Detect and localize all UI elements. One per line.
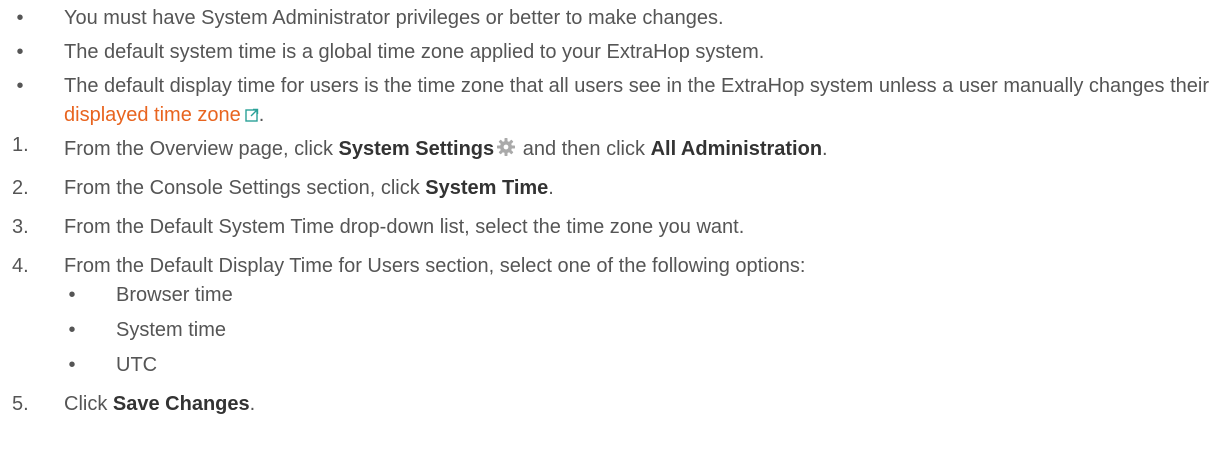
step-item: 2. From the Console Settings section, cl… [0, 174, 1232, 203]
option-text: System time [116, 319, 227, 341]
all-administration-label: All Administration [650, 138, 823, 160]
step-punct: . [822, 138, 828, 160]
bullet-text-end: . [258, 104, 265, 126]
step-text: From the Default System Time drop-down l… [64, 216, 745, 238]
step-text: Click [64, 393, 113, 415]
step-punct: . [249, 393, 256, 415]
list-item: • The default system time is a global ti… [0, 38, 1232, 67]
step-item: 3. From the Default System Time drop-dow… [0, 213, 1232, 242]
list-item: • Browser time [64, 281, 1232, 310]
display-time-options: • Browser time • System time • UTC [64, 281, 1232, 380]
link-label: displayed time zone [64, 104, 241, 126]
step-text: and then click [517, 138, 651, 160]
system-settings-label: System Settings [338, 138, 495, 160]
option-text: UTC [116, 354, 158, 376]
bullet-text: The default display time for users is th… [64, 75, 1209, 97]
step-punct: . [548, 177, 554, 199]
step-number: 5. [12, 393, 29, 415]
prerequisites-list: • You must have System Administrator pri… [0, 4, 1232, 130]
list-item: • The default display time for users is … [0, 72, 1232, 130]
bullet-icon: • [68, 319, 76, 341]
displayed-time-zone-link[interactable]: displayed time zone [64, 104, 259, 126]
step-item: 1. From the Overview page, click System … [0, 134, 1232, 164]
bullet-text: You must have System Administrator privi… [64, 7, 724, 29]
bullet-icon: • [16, 7, 24, 29]
system-time-label: System Time [425, 177, 549, 199]
gear-icon [497, 138, 516, 156]
external-link-icon [245, 108, 258, 122]
step-number: 1. [12, 134, 29, 156]
bullet-icon: • [68, 284, 76, 306]
bullet-icon: • [16, 75, 24, 97]
option-text: Browser time [116, 284, 233, 306]
list-item: • UTC [64, 351, 1232, 380]
step-text: From the Console Settings section, click [64, 177, 426, 199]
step-number: 2. [12, 177, 29, 199]
step-item: 5. Click Save Changes. [0, 390, 1232, 419]
bullet-text: The default system time is a global time… [64, 41, 765, 63]
save-changes-label: Save Changes [112, 393, 250, 415]
step-text: From the Overview page, click [64, 138, 339, 160]
procedure-steps: 1. From the Overview page, click System … [0, 134, 1232, 419]
list-item: • You must have System Administrator pri… [0, 4, 1232, 33]
step-number: 3. [12, 216, 29, 238]
step-number: 4. [12, 255, 29, 277]
list-item: • System time [64, 316, 1232, 345]
step-text: From the Default Display Time for Users … [64, 255, 806, 277]
bullet-icon: • [68, 354, 76, 376]
document-body: • You must have System Administrator pri… [0, 0, 1232, 474]
bullet-icon: • [16, 41, 24, 63]
step-item: 4. From the Default Display Time for Use… [0, 252, 1232, 380]
